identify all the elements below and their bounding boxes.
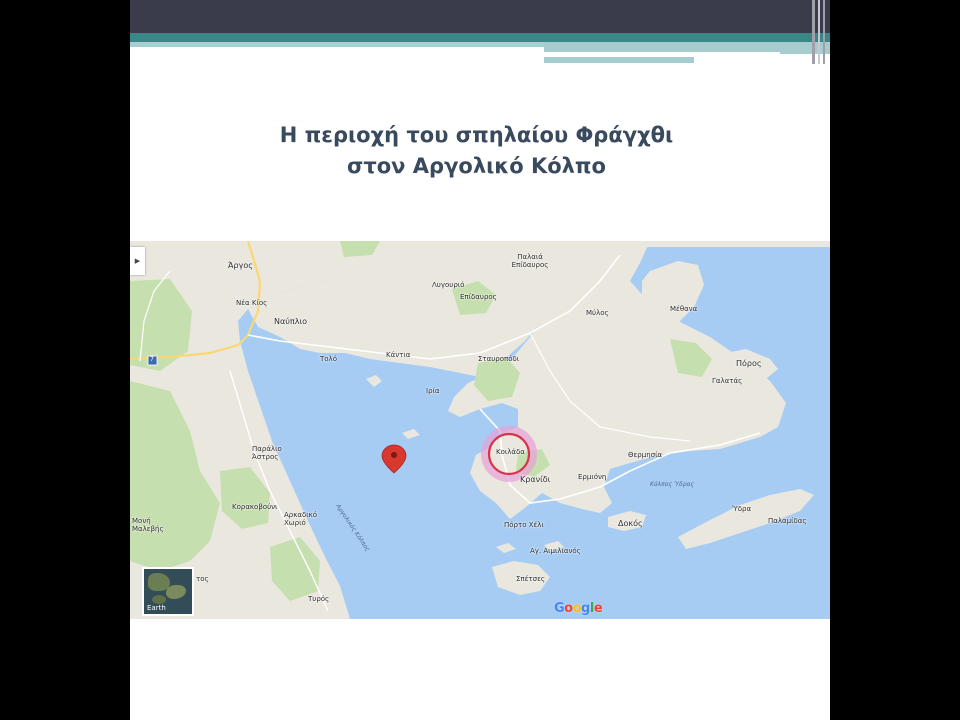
- header-accent-stripe: [130, 42, 544, 47]
- earth-thumbnail-land: [166, 585, 186, 599]
- place-label-astros-short: τος: [196, 575, 209, 583]
- earth-thumbnail-land: [152, 595, 166, 604]
- header-band: [130, 0, 830, 33]
- place-label-moni-malevis: Μονή Μαλεβής: [132, 517, 164, 533]
- place-label-paralio-astros: Παράλιο Άστρος: [252, 445, 282, 461]
- place-label-palamidas: Παλαμίδας: [768, 517, 807, 525]
- header-accent-band: [130, 33, 830, 42]
- google-logo-letter: e: [593, 601, 603, 616]
- land-islet: [496, 543, 516, 553]
- earth-view-button[interactable]: Earth: [142, 567, 194, 616]
- google-logo: Google: [554, 601, 603, 616]
- place-label-arkadiko-chorio: Αρκαδικό Χωριό: [284, 511, 318, 527]
- place-label-korakovouni: Κορακοβούνι: [232, 503, 278, 511]
- header-vertical-bar: [823, 0, 825, 64]
- slide-title-line-2: στον Αργολικό Κόλπο: [347, 154, 606, 178]
- google-logo-letter: g: [581, 601, 590, 616]
- land-islet: [366, 375, 382, 387]
- slide: Η περιοχή του σπηλαίου Φράγχθι στον Αργο…: [130, 0, 830, 720]
- place-label-dokos: Δοκός: [618, 519, 643, 528]
- header-vertical-bar: [812, 0, 815, 64]
- place-label-palaia-epidavros: Παλαιά Επίδαυρος: [511, 253, 549, 269]
- place-label-epidavros: Επίδαυρος: [460, 293, 497, 301]
- place-label-nea-kios: Νέα Κίος: [236, 299, 268, 307]
- place-label-stavropodi: Σταυροπόδι: [478, 355, 520, 363]
- sea-label-ydras: Κόλπος Ύδρας: [650, 481, 694, 488]
- google-logo-letter: G: [554, 601, 565, 616]
- map-view[interactable]: ▶ Άργος Νέα Κίος Ναύπλιο Τολό Κάντια Ιρί…: [130, 241, 830, 619]
- earth-label: Earth: [147, 604, 166, 612]
- road-badge-number: 7: [150, 356, 154, 363]
- place-label-iria: Ιρία: [426, 387, 440, 395]
- place-label-tyros: Τυρός: [308, 595, 330, 603]
- place-label-galatas: Γαλατάς: [712, 377, 743, 385]
- place-label-koilada: Κοιλάδα: [496, 448, 525, 456]
- place-label-ag-aimilianos: Αγ. Αιμιλιανός: [530, 547, 581, 555]
- place-label-kantia: Κάντια: [386, 351, 411, 359]
- header-divider-line: [544, 52, 780, 54]
- place-label-porto-cheli: Πόρτο Χέλι: [504, 521, 544, 529]
- map-marker-pin[interactable]: [381, 444, 407, 474]
- place-label-nafplio: Ναύπλιο: [274, 317, 308, 326]
- place-label-ermioni: Ερμιόνη: [578, 473, 607, 481]
- google-logo-letter: o: [572, 601, 582, 616]
- place-label-mylos: Μύλος: [586, 309, 609, 317]
- header-vertical-bar: [818, 0, 820, 64]
- place-label-spetses: Σπέτσες: [516, 575, 545, 583]
- place-label-argos: Άργος: [228, 261, 253, 270]
- place-label-kranidi: Κρανίδι: [520, 475, 551, 484]
- slide-title: Η περιοχή του σπηλαίου Φράγχθι στον Αργο…: [130, 120, 823, 182]
- place-label-tolo: Τολό: [320, 355, 337, 363]
- slide-title-line-1: Η περιοχή του σπηλαίου Φράγχθι: [279, 123, 674, 147]
- place-label-ydra: Ύδρα: [732, 505, 752, 513]
- place-label-poros: Πόρος: [736, 359, 762, 368]
- google-logo-letter: o: [564, 601, 573, 616]
- place-label-thermisia: Θερμησία: [628, 451, 663, 459]
- collapse-panel-button[interactable]: ▶: [130, 247, 145, 275]
- land-islet: [402, 429, 420, 439]
- place-label-methana: Μέθανα: [670, 305, 698, 313]
- place-label-ligourio: Λυγουριό: [432, 281, 465, 289]
- header-accent-stripe-lower: [544, 57, 694, 63]
